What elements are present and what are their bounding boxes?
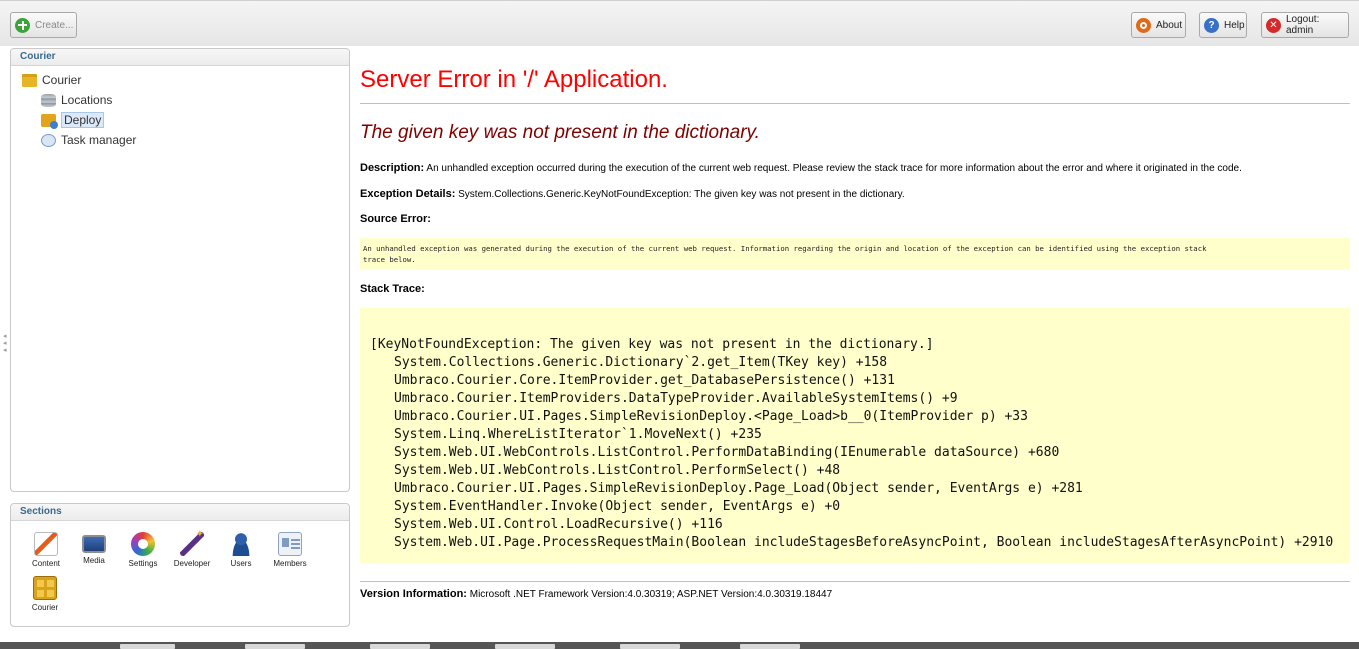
top-toolbar: Create... About ? Help ✕ Logout: admin — [0, 0, 1359, 46]
tree-panel: Courier Courier Locations Deploy Task ma… — [10, 48, 350, 492]
tree-panel-header: Courier — [11, 49, 349, 66]
section-members[interactable]: Members — [265, 532, 315, 568]
stack-trace-line: Umbraco.Courier.UI.Pages.SimpleRevisionD… — [394, 409, 1028, 424]
description-line: Description: An unhandled exception occu… — [360, 162, 1242, 174]
sections-panel: Sections Content Media Settings Develope… — [10, 503, 350, 627]
source-error-text-line: An unhandled exception was generated dur… — [363, 244, 1207, 253]
tree-node-label: Task manager — [61, 133, 137, 147]
section-label: Users — [230, 559, 252, 568]
create-button[interactable]: Create... — [10, 12, 77, 38]
tree-node-deploy[interactable]: Deploy — [41, 112, 105, 129]
stack-trace-line: Umbraco.Courier.UI.Pages.SimpleRevisionD… — [394, 481, 1083, 496]
stack-trace-line: System.EventHandler.Invoke(Object sender… — [394, 499, 841, 514]
stack-trace-line: System.Collections.Generic.Dictionary`2.… — [394, 355, 888, 370]
section-label: Media — [83, 556, 105, 565]
tree-node-label: Courier — [42, 73, 82, 87]
task-manager-icon — [41, 133, 56, 147]
error-message: The given key was not present in the dic… — [360, 122, 760, 143]
section-courier[interactable]: Courier — [20, 576, 70, 612]
source-error-box: An unhandled exception was generated dur… — [360, 238, 1350, 270]
section-settings[interactable]: Settings — [118, 532, 168, 568]
source-error-text-line: trace below. — [363, 255, 416, 264]
section-users[interactable]: Users — [216, 532, 266, 568]
exception-details-line: Exception Details: System.Collections.Ge… — [360, 188, 905, 200]
stack-trace-line: System.Web.UI.WebControls.ListControl.Pe… — [394, 445, 1060, 460]
section-label: Developer — [173, 559, 211, 568]
tree-node-task-manager[interactable]: Task manager — [41, 133, 136, 147]
tree-node-label: Deploy — [61, 112, 105, 128]
divider — [360, 103, 1350, 104]
umbraco-logo-icon — [1136, 17, 1151, 33]
stack-trace-heading: Stack Trace: — [360, 283, 425, 295]
about-button[interactable]: About — [1131, 12, 1186, 38]
stack-trace-line: System.Linq.WhereListIterator`1.MoveNext… — [394, 427, 762, 442]
close-icon: ✕ — [1266, 17, 1281, 33]
taskbar-tab[interactable] — [120, 644, 175, 649]
taskbar-tab[interactable] — [370, 644, 430, 649]
courier-icon — [33, 576, 57, 600]
version-text: Microsoft .NET Framework Version:4.0.303… — [469, 589, 833, 600]
create-button-label: Create... — [35, 19, 74, 31]
exception-details-label: Exception Details: — [360, 188, 456, 200]
tree-node-courier-root[interactable]: Courier — [22, 73, 81, 87]
section-media[interactable]: Media — [69, 532, 119, 565]
taskbar — [0, 642, 1359, 649]
taskbar-tab[interactable] — [495, 644, 555, 649]
help-button-label: Help — [1224, 19, 1245, 31]
users-icon — [229, 532, 253, 556]
section-label: Members — [273, 559, 307, 568]
logout-button[interactable]: ✕ Logout: admin — [1261, 12, 1349, 38]
sections-panel-header: Sections — [11, 504, 349, 521]
version-label: Version Information: — [360, 588, 467, 600]
stack-trace-line: System.Web.UI.Control.LoadRecursive() +1… — [394, 517, 723, 532]
developer-icon — [180, 529, 204, 556]
taskbar-tab[interactable] — [245, 644, 305, 649]
stack-trace-line: Umbraco.Courier.Core.ItemProvider.get_Da… — [394, 373, 895, 388]
add-icon — [15, 17, 30, 33]
stack-trace-line: [KeyNotFoundException: The given key was… — [370, 337, 934, 352]
section-label: Courier — [31, 603, 59, 612]
folder-icon — [22, 73, 37, 87]
stack-trace-line: Umbraco.Courier.ItemProviders.DataTypePr… — [394, 391, 958, 406]
description-text: An unhandled exception occurred during t… — [426, 163, 1242, 174]
stack-trace-box: [KeyNotFoundException: The given key was… — [360, 308, 1350, 563]
settings-icon — [131, 532, 155, 556]
section-developer[interactable]: Developer — [167, 529, 217, 568]
tree-node-locations[interactable]: Locations — [41, 93, 112, 107]
error-title: Server Error in '/' Application. — [360, 66, 668, 93]
section-label: Settings — [128, 559, 158, 568]
stack-trace-line: System.Web.UI.Page.ProcessRequestMain(Bo… — [394, 535, 1334, 550]
help-icon: ? — [1204, 17, 1219, 33]
deploy-icon — [41, 113, 58, 129]
exception-details-text: System.Collections.Generic.KeyNotFoundEx… — [458, 189, 905, 200]
section-content[interactable]: Content — [21, 532, 71, 568]
content-icon — [34, 532, 58, 556]
tree-node-label: Locations — [61, 93, 113, 107]
help-button[interactable]: ? Help — [1199, 12, 1247, 38]
database-icon — [41, 93, 56, 107]
panel-splitter-handle[interactable]: ◂ ◂ ◂ — [3, 333, 7, 354]
source-error-label: Source Error: — [360, 213, 431, 225]
members-icon — [278, 532, 302, 556]
logout-button-label: Logout: admin — [1286, 14, 1320, 36]
taskbar-tab[interactable] — [620, 644, 680, 649]
divider — [360, 581, 1350, 582]
stack-trace-line: System.Web.UI.WebControls.ListControl.Pe… — [394, 463, 841, 478]
about-button-label: About — [1156, 19, 1183, 31]
taskbar-tab[interactable] — [740, 644, 800, 649]
source-error-heading: Source Error: — [360, 213, 431, 225]
media-icon — [82, 535, 106, 553]
section-label: Content — [31, 559, 61, 568]
version-information-line: Version Information: Microsoft .NET Fram… — [360, 588, 832, 600]
stack-trace-label: Stack Trace: — [360, 283, 425, 295]
description-label: Description: — [360, 162, 425, 174]
